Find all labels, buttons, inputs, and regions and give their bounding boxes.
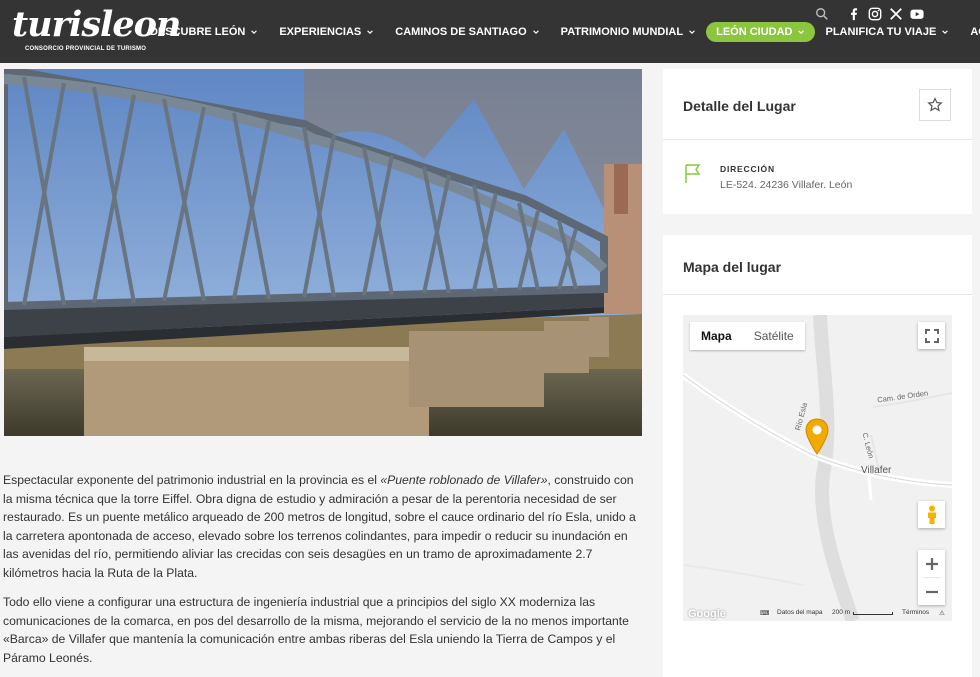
nav-item-agenda[interactable]: AGENDA bbox=[970, 26, 980, 38]
nav-item-caminos-de-santiago[interactable]: CAMINOS DE SANTIAGO bbox=[395, 26, 539, 38]
address-label: DIRECCIÓN bbox=[720, 164, 775, 174]
street-view-button[interactable] bbox=[918, 501, 945, 528]
map-type-map[interactable]: Mapa bbox=[690, 322, 743, 350]
nav-item-leon-ciudad[interactable]: LEÓN CIUDAD bbox=[706, 22, 816, 42]
chevron-down-icon bbox=[689, 30, 695, 34]
map-scale-bar bbox=[853, 612, 893, 615]
nav-item-patrimonio-mundial[interactable]: PATRIMONIO MUNDIAL bbox=[561, 26, 696, 38]
address-value: LE-524. 24236 Villafer. León bbox=[720, 179, 853, 191]
header-icons bbox=[815, 7, 931, 21]
zoom-controls bbox=[918, 550, 945, 605]
card-divider bbox=[663, 294, 972, 295]
report-problem-icon[interactable]: ⚠ bbox=[939, 609, 945, 617]
article-paragraph-2: Todo ello viene a configurar una estruct… bbox=[3, 595, 629, 665]
nav-item-experiencias[interactable]: EXPERIENCIAS bbox=[279, 26, 374, 38]
article-paragraph-1: Espectacular exponente del patrimonio in… bbox=[3, 473, 636, 580]
flag-icon bbox=[685, 164, 701, 183]
fullscreen-icon bbox=[924, 328, 939, 343]
youtube-icon[interactable] bbox=[910, 7, 924, 21]
map-data-link[interactable]: Datos del mapa bbox=[777, 609, 823, 616]
chevron-down-icon bbox=[251, 30, 258, 34]
map-canvas bbox=[683, 315, 952, 621]
map-footer: ⌨ Datos del mapa 200 m Términos ⚠ bbox=[683, 607, 952, 621]
card-divider bbox=[663, 139, 972, 140]
facebook-icon[interactable] bbox=[847, 7, 861, 21]
star-icon bbox=[927, 97, 943, 112]
place-map-card: Mapa del lugar Cam. de Orden Río Esla C.… bbox=[663, 235, 972, 677]
site-logo[interactable]: turisleon CONSORCIO PROVINCIAL DE TURISM… bbox=[12, 6, 181, 58]
site-header: turisleon CONSORCIO PROVINCIAL DE TURISM… bbox=[0, 0, 980, 63]
pegman-icon bbox=[927, 505, 936, 524]
google-map[interactable]: Cam. de Orden Río Esla C. León Villafer … bbox=[683, 315, 952, 621]
place-map-title: Mapa del lugar bbox=[683, 259, 782, 275]
main-nav: DESCUBRE LEÓN EXPERIENCIAS CAMINOS DE SA… bbox=[150, 22, 980, 42]
chevron-down-icon bbox=[798, 30, 805, 34]
nav-item-planifica-tu-viaje[interactable]: PLANIFICA TU VIAJE bbox=[825, 26, 949, 38]
minus-icon bbox=[925, 590, 938, 593]
article-body: Espectacular exponente del patrimonio in… bbox=[3, 471, 643, 677]
map-scale-label[interactable]: 200 m bbox=[832, 609, 850, 616]
nav-item-descubre-leon[interactable]: DESCUBRE LEÓN bbox=[150, 26, 258, 38]
fullscreen-button[interactable] bbox=[918, 322, 945, 349]
map-type-control: Mapa Satélite bbox=[690, 322, 805, 350]
bridge-name: «Puente roblonado de Villafer» bbox=[380, 473, 548, 487]
chevron-down-icon bbox=[532, 30, 539, 34]
place-detail-title: Detalle del Lugar bbox=[683, 98, 796, 114]
map-pin-icon[interactable] bbox=[805, 418, 829, 456]
place-detail-card: Detalle del Lugar DIRECCIÓN LE-524. 2423… bbox=[663, 69, 972, 214]
chevron-down-icon bbox=[942, 30, 949, 34]
favorite-button[interactable] bbox=[919, 89, 951, 121]
keyboard-shortcuts-icon[interactable]: ⌨ bbox=[760, 609, 769, 617]
map-label-town: Villafer bbox=[861, 465, 892, 476]
instagram-icon[interactable] bbox=[868, 7, 882, 21]
bridge-photo-illustration bbox=[4, 69, 642, 436]
chevron-down-icon bbox=[367, 30, 374, 34]
map-terms-link[interactable]: Términos bbox=[902, 609, 929, 616]
search-icon[interactable] bbox=[815, 7, 829, 21]
zoom-in-button[interactable] bbox=[918, 550, 945, 577]
plus-icon bbox=[925, 557, 938, 570]
logo-tagline: CONSORCIO PROVINCIAL DE TURISMO bbox=[25, 46, 147, 52]
map-type-satellite[interactable]: Satélite bbox=[743, 322, 805, 350]
zoom-out-button[interactable] bbox=[918, 578, 945, 605]
x-icon[interactable] bbox=[889, 7, 903, 21]
bridge-photo bbox=[4, 69, 642, 436]
